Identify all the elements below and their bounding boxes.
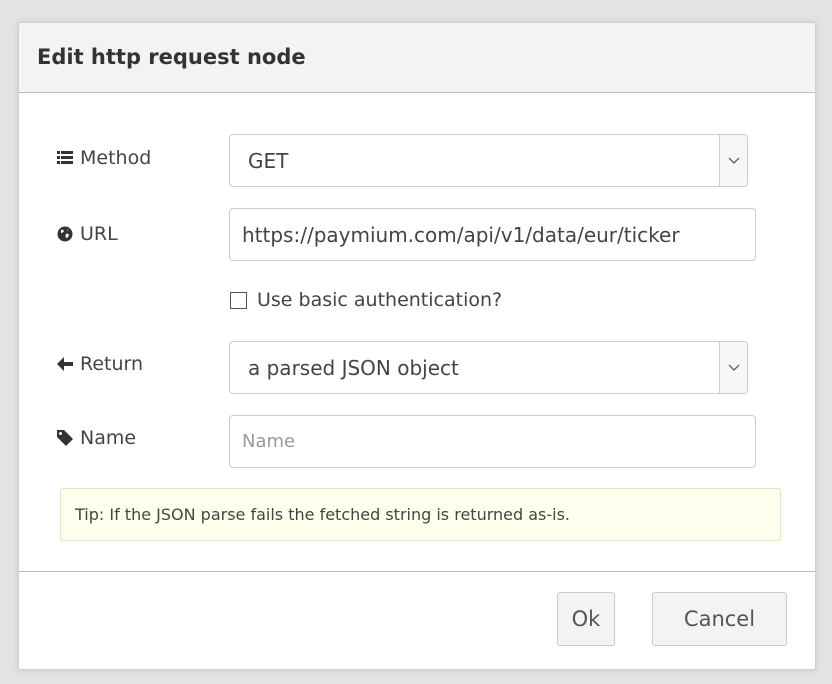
- return-label-text: Return: [80, 353, 144, 375]
- basic-auth-row[interactable]: Use basic authentication?: [230, 289, 502, 311]
- edit-node-dialog: Edit http request node Method GET URL ht…: [18, 22, 816, 670]
- basic-auth-checkbox[interactable]: [230, 291, 247, 309]
- footer-divider: [19, 571, 815, 572]
- chevron-down-icon[interactable]: [719, 342, 747, 393]
- return-select[interactable]: a parsed JSON object: [229, 341, 748, 394]
- tip-text: Tip: If the JSON parse fails the fetched…: [75, 505, 571, 524]
- dialog-titlebar: Edit http request node: [19, 23, 815, 93]
- name-label: Name: [57, 427, 136, 449]
- url-label: URL: [57, 223, 118, 245]
- tag-icon: [57, 430, 73, 446]
- method-select-value: GET: [248, 148, 289, 173]
- cancel-button[interactable]: Cancel: [652, 592, 787, 646]
- dialog-title: Edit http request node: [37, 45, 306, 69]
- url-label-text: URL: [80, 223, 118, 245]
- name-label-text: Name: [80, 427, 137, 449]
- return-label: Return: [57, 353, 143, 375]
- url-input[interactable]: https://paymium.com/api/v1/data/eur/tick…: [229, 208, 756, 261]
- method-label-text: Method: [80, 147, 152, 169]
- name-input-placeholder: Name: [242, 431, 296, 452]
- url-input-value: https://paymium.com/api/v1/data/eur/tick…: [242, 222, 680, 247]
- list-icon: [57, 150, 73, 166]
- method-select[interactable]: GET: [229, 134, 748, 187]
- arrow-left-icon: [57, 356, 73, 372]
- tip-box: Tip: If the JSON parse fails the fetched…: [60, 488, 781, 541]
- basic-auth-label: Use basic authentication?: [257, 289, 503, 311]
- name-input[interactable]: Name: [229, 415, 756, 468]
- method-label: Method: [57, 147, 151, 169]
- return-select-value: a parsed JSON object: [248, 355, 459, 380]
- globe-icon: [57, 226, 73, 242]
- chevron-down-icon[interactable]: [719, 135, 747, 186]
- ok-button[interactable]: Ok: [557, 592, 615, 646]
